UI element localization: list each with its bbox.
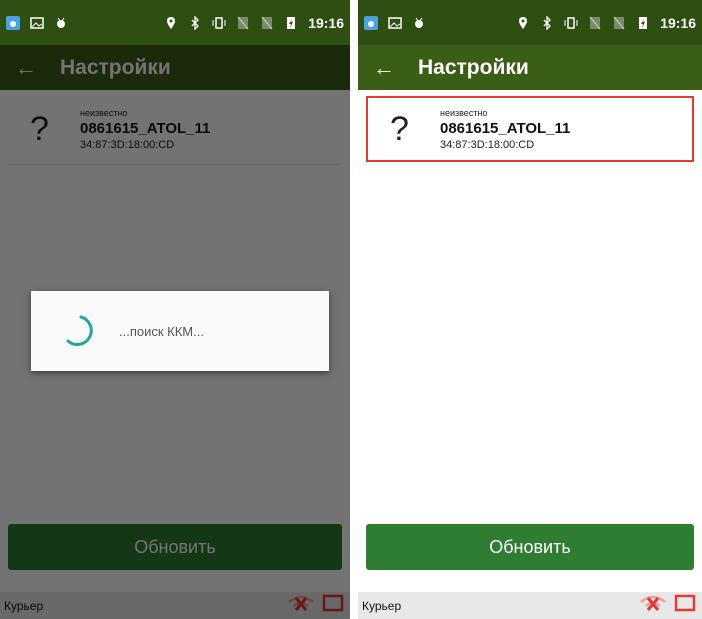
status-bar: 19:16 bbox=[0, 0, 350, 45]
no-sim-icon bbox=[261, 16, 273, 29]
refresh-button[interactable]: Обновить bbox=[366, 524, 694, 570]
battery-charging-icon bbox=[287, 16, 296, 29]
screen-separator bbox=[350, 0, 358, 619]
device-status: неизвестно bbox=[440, 107, 488, 118]
monitor-icon bbox=[674, 594, 696, 612]
vibrate-icon bbox=[212, 16, 226, 29]
device-list: ? неизвестно 0861615_ATOL_11 34:87:3D:18… bbox=[358, 90, 702, 592]
courier-label: Курьер bbox=[362, 598, 402, 613]
battery-charging-icon bbox=[639, 16, 648, 29]
android-icon bbox=[415, 17, 423, 28]
dialog-message: ...поиск ККМ... bbox=[119, 323, 204, 339]
no-sim-icon bbox=[237, 16, 249, 29]
back-arrow-icon[interactable]: ← bbox=[372, 55, 396, 80]
device-mac: 34:87:3D:18:00:CD bbox=[440, 138, 535, 151]
cloud-app-icon bbox=[6, 15, 20, 30]
android-icon bbox=[57, 17, 65, 28]
clock: 19:16 bbox=[308, 14, 344, 31]
app-bar: ← Настройки bbox=[358, 45, 702, 90]
footer-bar: Курьер bbox=[358, 592, 702, 619]
no-sim-icon bbox=[613, 16, 625, 29]
clock: 19:16 bbox=[660, 14, 696, 31]
no-sim-icon bbox=[589, 16, 601, 29]
unknown-device-icon: ? bbox=[390, 109, 409, 148]
cloud-app-icon bbox=[364, 15, 378, 30]
screen-results: 19:16 ← Настройки ? неизвестно 0861615_A… bbox=[358, 0, 702, 619]
progress-dialog: ...поиск ККМ... bbox=[31, 291, 329, 371]
location-icon bbox=[167, 16, 176, 29]
page-title: Настройки bbox=[418, 55, 529, 79]
image-icon bbox=[388, 16, 402, 29]
device-list-item[interactable]: ? неизвестно 0861615_ATOL_11 34:87:3D:18… bbox=[366, 96, 694, 162]
loading-spinner-icon bbox=[66, 315, 93, 346]
screen-searching: 19:16 ← Настройки ? неизвестно 0861615_A… bbox=[0, 0, 350, 619]
wifi-off-icon bbox=[640, 595, 666, 611]
device-name: 0861615_ATOL_11 bbox=[440, 119, 571, 137]
bluetooth-icon bbox=[543, 15, 552, 30]
status-bar: 19:16 bbox=[358, 0, 702, 45]
image-icon bbox=[30, 16, 44, 29]
vibrate-icon bbox=[564, 16, 578, 29]
bluetooth-icon bbox=[191, 15, 200, 30]
location-icon bbox=[519, 16, 528, 29]
